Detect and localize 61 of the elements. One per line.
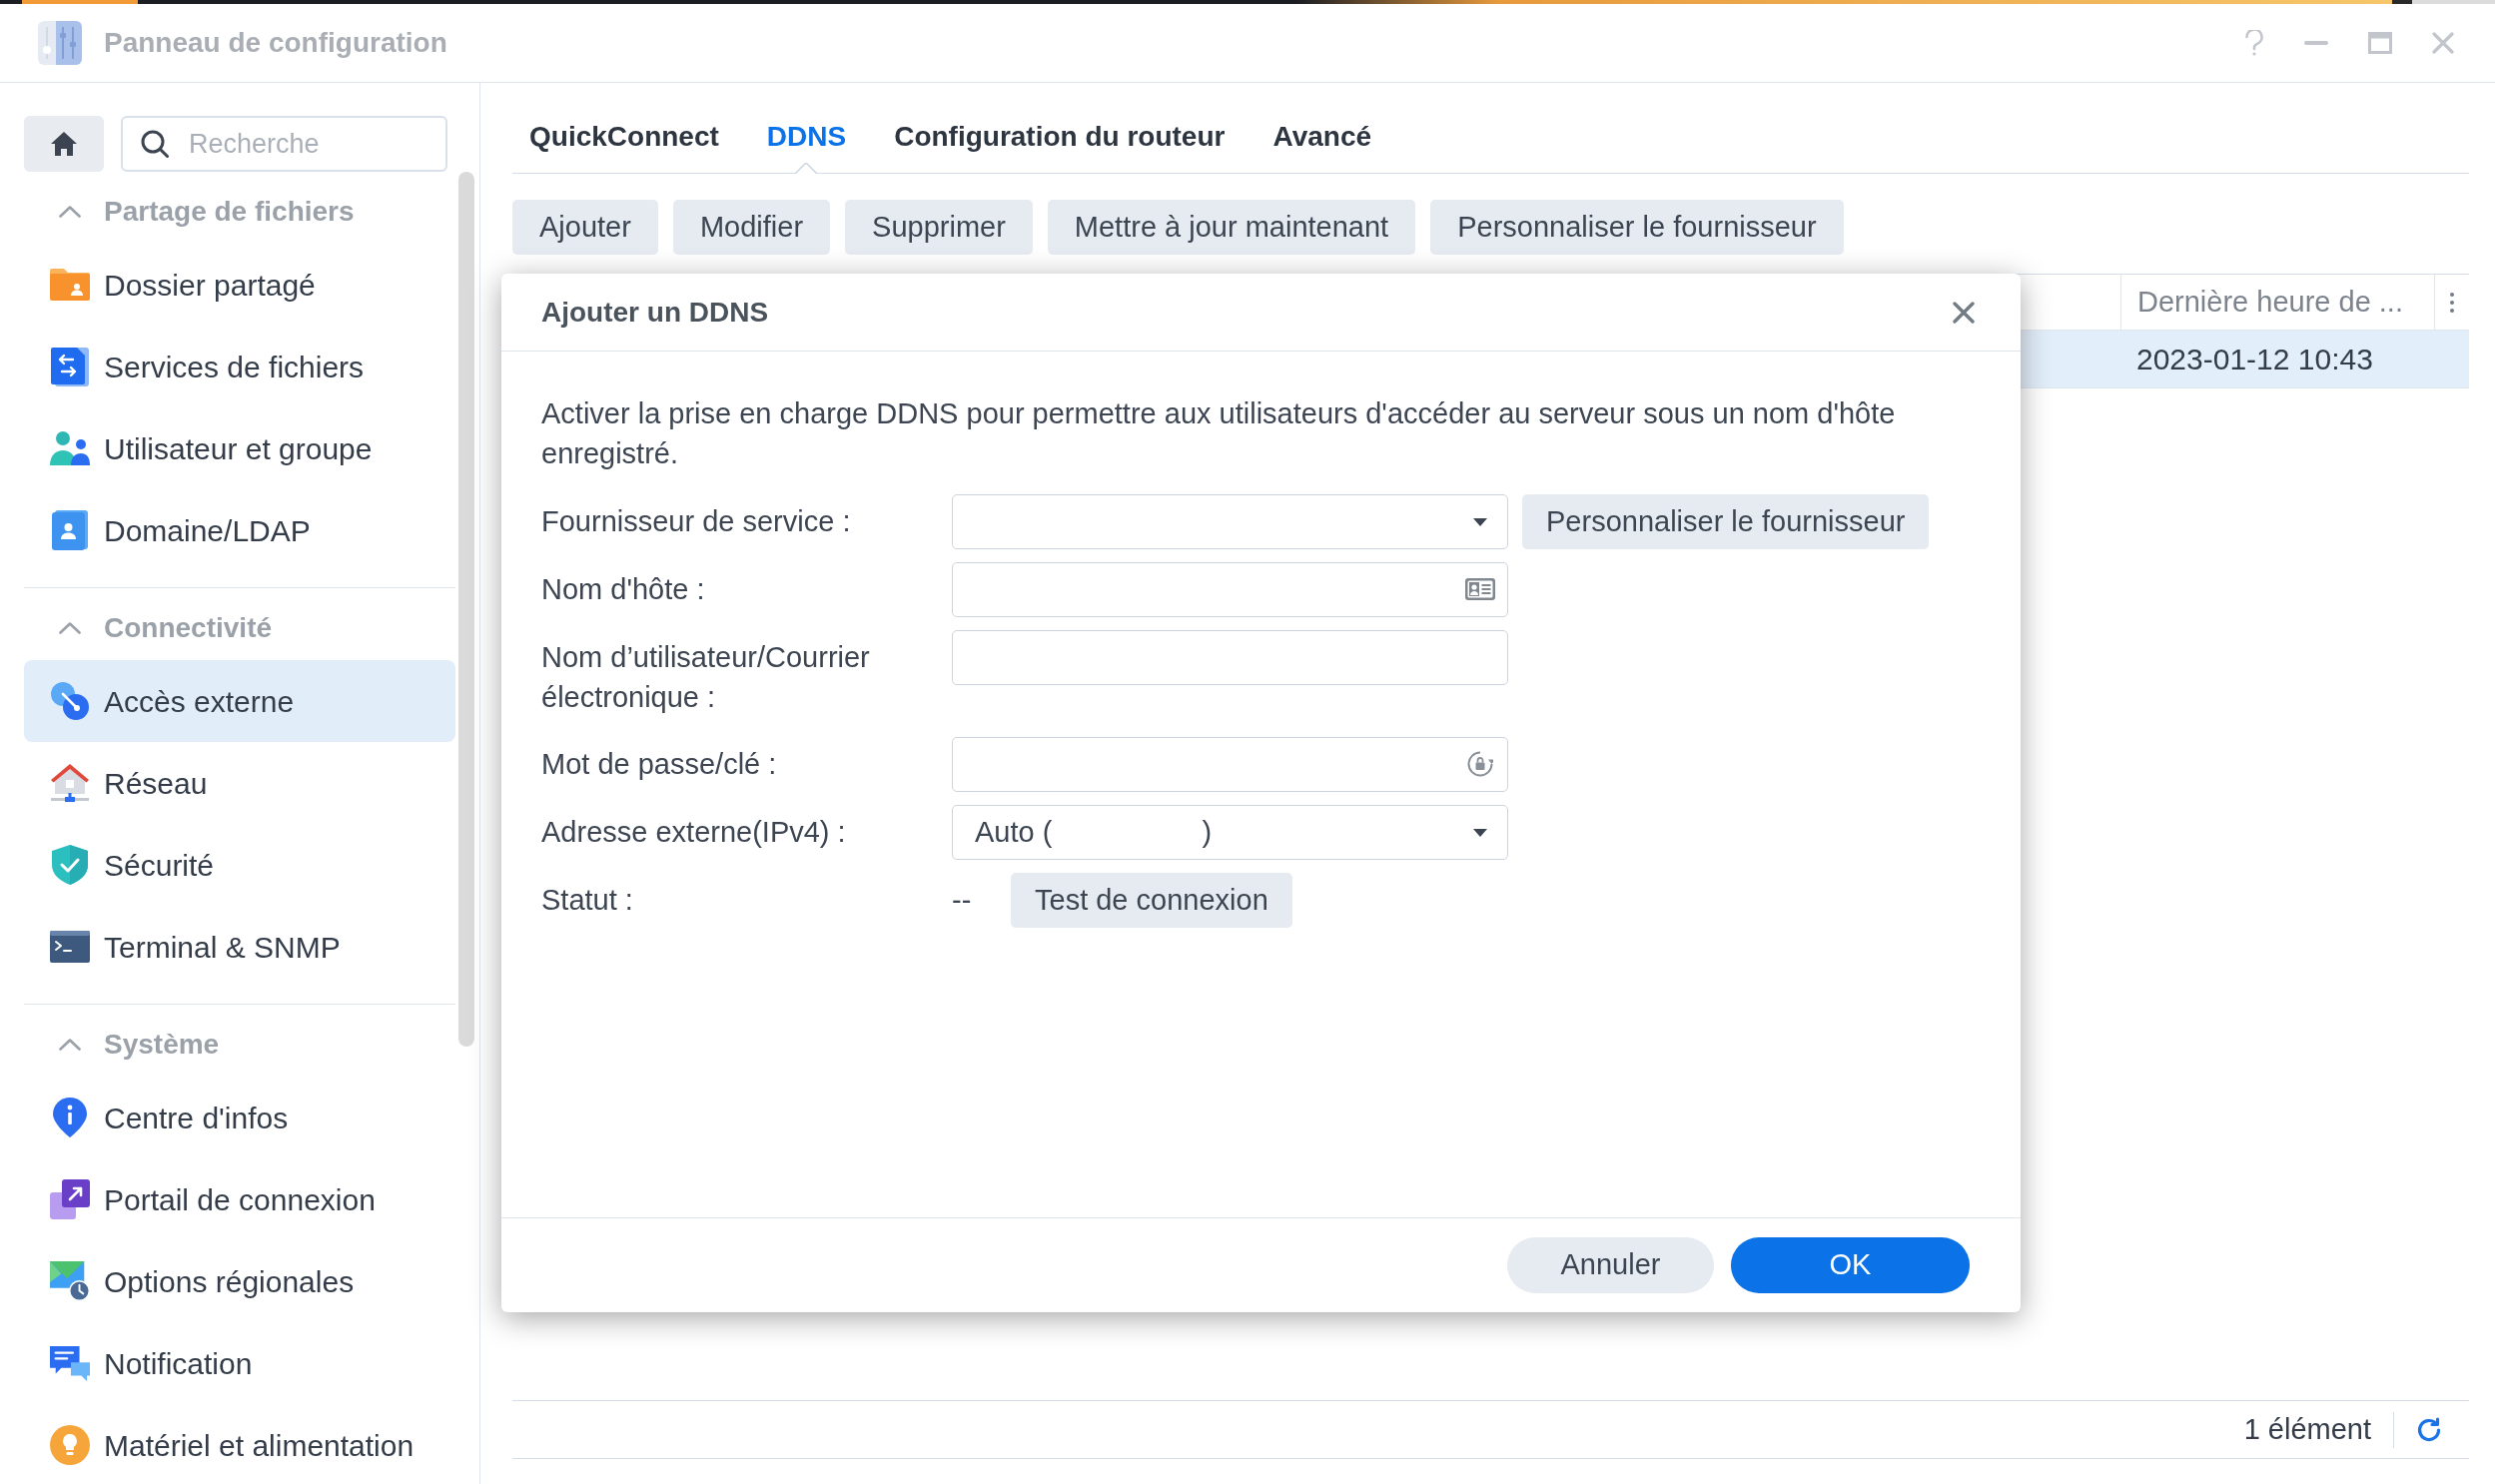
linked-circles-icon bbox=[50, 681, 90, 721]
home-button[interactable] bbox=[24, 116, 104, 172]
contact-card-icon[interactable] bbox=[1465, 578, 1495, 600]
file-transfer-icon bbox=[51, 347, 89, 386]
table-cell-text: 2023-01-12 10:43 bbox=[2135, 342, 2374, 377]
cancel-button[interactable]: Annuler bbox=[1507, 1237, 1714, 1293]
test-connection-button[interactable]: Test de connexion bbox=[1011, 873, 1292, 928]
column-header[interactable]: Dernière heure de ... bbox=[2120, 275, 2434, 330]
terminal-icon bbox=[50, 931, 90, 963]
input-field[interactable] bbox=[952, 737, 1508, 792]
maximize-icon[interactable] bbox=[2368, 32, 2392, 54]
caret-down-icon bbox=[1473, 517, 1487, 526]
field-label: Fournisseur de service : bbox=[541, 504, 852, 539]
sliders-icon bbox=[38, 21, 82, 65]
network-house-icon bbox=[50, 763, 90, 803]
info-pin-icon bbox=[53, 1098, 87, 1137]
toolbar-button[interactable]: Modifier bbox=[672, 200, 831, 255]
shield-check-icon bbox=[52, 845, 88, 885]
tab[interactable]: QuickConnect bbox=[529, 105, 719, 173]
lock-refresh-icon[interactable] bbox=[1467, 751, 1493, 777]
tab[interactable]: Configuration du routeur bbox=[894, 105, 1226, 173]
search-icon bbox=[141, 130, 169, 158]
help-icon[interactable] bbox=[2244, 30, 2264, 56]
dialog-description: Activer la prise en charge DDNS pour permettre aux utilisateurs d'accéder au serveur sous un nom d'hôte enregistré. bbox=[541, 396, 1897, 471]
scrollbar[interactable] bbox=[458, 172, 474, 1047]
close-icon[interactable] bbox=[1953, 301, 1975, 324]
ok-button[interactable]: OK bbox=[1731, 1237, 1970, 1293]
map-clock-icon bbox=[50, 1261, 90, 1301]
field-label: Statut : bbox=[541, 883, 634, 918]
tab[interactable]: Avancé bbox=[1272, 105, 1372, 173]
toolbar-button[interactable]: Mettre à jour maintenant bbox=[1047, 200, 1416, 255]
refresh-icon[interactable] bbox=[2416, 1416, 2442, 1443]
field-label: Mot de passe/clé : bbox=[541, 747, 778, 782]
input-field[interactable] bbox=[952, 562, 1508, 617]
dropdown[interactable]: Auto ( ) bbox=[952, 805, 1508, 860]
status-value: -- bbox=[952, 883, 973, 918]
input-field[interactable] bbox=[952, 630, 1508, 685]
minimize-icon[interactable] bbox=[2304, 41, 2328, 45]
window-title: Panneau de configuration bbox=[104, 26, 447, 60]
search-field[interactable]: Recherche bbox=[121, 116, 447, 172]
more-vertical-icon[interactable] bbox=[2450, 292, 2454, 313]
field-label: Nom d’utilisateur/Courrier électronique : bbox=[541, 640, 871, 715]
folder-icon bbox=[50, 269, 90, 301]
contact-card-icon bbox=[52, 510, 88, 550]
toolbar-button[interactable]: Personnaliser le fournisseur bbox=[1430, 200, 1844, 255]
chat-bubbles-icon bbox=[50, 1344, 90, 1382]
field-label: Adresse externe(IPv4) : bbox=[541, 815, 847, 850]
toolbar-button[interactable]: Supprimer bbox=[845, 200, 1033, 255]
caret-down-icon bbox=[1473, 828, 1487, 837]
home-icon bbox=[50, 131, 78, 157]
customize-provider-button[interactable]: Personnaliser le fournisseur bbox=[1522, 494, 1930, 549]
item-count: 1 élément bbox=[2243, 1411, 2371, 1447]
users-icon bbox=[50, 431, 90, 465]
tab[interactable]: DDNS bbox=[766, 105, 847, 173]
toolbar-button[interactable]: Ajouter bbox=[512, 200, 658, 255]
lightbulb-icon bbox=[50, 1425, 90, 1465]
dialog-title: Ajouter un DDNS bbox=[541, 295, 769, 330]
portal-arrow-icon bbox=[50, 1179, 90, 1219]
sidebar-item[interactable]: Accès externe bbox=[24, 660, 455, 742]
dropdown[interactable] bbox=[952, 494, 1508, 549]
field-label: Nom d'hôte : bbox=[541, 572, 706, 607]
